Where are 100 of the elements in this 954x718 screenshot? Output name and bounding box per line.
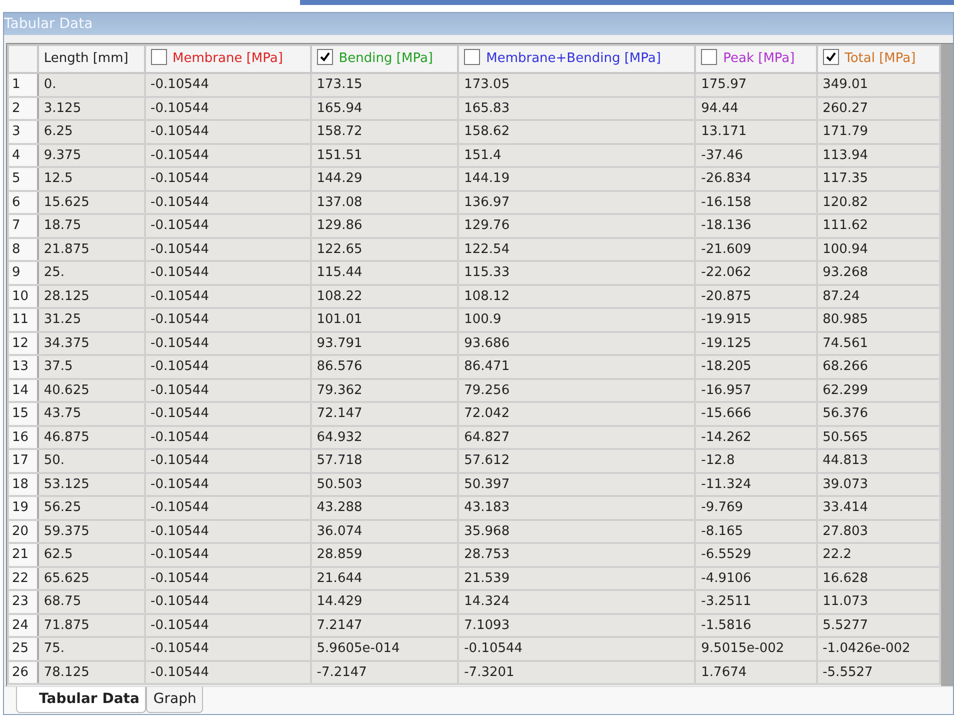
table-cell: 43.75 <box>38 402 145 426</box>
table-cell: 46.875 <box>38 426 145 449</box>
table-cell: 71.875 <box>38 614 145 637</box>
table-cell: 87.24 <box>816 284 940 308</box>
table-cell: 136.97 <box>458 190 696 214</box>
table-cell: -18.136 <box>695 214 817 238</box>
table-cell: 13.171 <box>695 120 817 144</box>
column-header: Bending [MPa] <box>338 51 433 66</box>
table-cell: -37.46 <box>695 144 817 167</box>
table-cell: 93.686 <box>458 332 696 355</box>
checkbox[interactable] <box>701 49 718 66</box>
table-cell: -0.10544 <box>144 590 311 614</box>
table-cell: 78.125 <box>38 660 145 684</box>
table-cell: -0.10544 <box>144 660 311 684</box>
table-cell: -0.10544 <box>144 378 311 402</box>
tab[interactable]: Tabular Data <box>16 687 146 713</box>
table-cell: 28.125 <box>38 284 145 308</box>
table-cell: -7.3201 <box>458 660 696 684</box>
table-cell: 64.827 <box>458 426 696 449</box>
table-cell: -1.5816 <box>695 614 817 637</box>
table-cell: 68.266 <box>816 355 940 378</box>
table-cell: 31.25 <box>38 308 145 332</box>
table-cell: 14.324 <box>458 590 696 614</box>
checkbox[interactable] <box>464 49 480 66</box>
table-cell: 28.859 <box>310 543 458 566</box>
table-cell: -0.10544 <box>144 284 311 308</box>
table-cell: -0.10544 <box>144 167 311 190</box>
table-cell: -0.10544 <box>144 496 311 520</box>
table-cell: 171.79 <box>816 120 940 144</box>
table-cell: 108.12 <box>458 284 696 308</box>
table-cell: 151.51 <box>310 144 458 167</box>
row-number: 2 <box>8 96 38 120</box>
table-cell: 101.01 <box>310 308 458 332</box>
row-number: 3 <box>8 120 38 144</box>
table-cell: -26.834 <box>695 167 817 190</box>
row-number: 13 <box>8 355 38 378</box>
table-cell: 28.753 <box>458 543 696 566</box>
table-cell: 68.75 <box>38 590 145 614</box>
table-cell: -0.10544 <box>144 426 311 449</box>
table-cell: 100.94 <box>816 238 940 261</box>
row-number: 6 <box>8 190 38 214</box>
table-cell: -12.8 <box>695 449 817 472</box>
table-cell: 50.397 <box>458 472 696 496</box>
table-cell: 173.15 <box>310 73 458 96</box>
column-header: Membrane+Bending [MPa] <box>486 51 661 66</box>
table-cell: -16.158 <box>695 190 817 214</box>
table-cell: 122.54 <box>458 238 696 261</box>
table-cell: -3.2511 <box>695 590 817 614</box>
table-cell: 50.503 <box>310 472 458 496</box>
table-cell: 94.44 <box>695 96 817 120</box>
table-cell: 165.94 <box>310 96 458 120</box>
table-cell: 35.968 <box>458 520 696 543</box>
row-number: 1 <box>8 73 38 96</box>
table-cell: 34.375 <box>38 332 145 355</box>
table-cell: 62.5 <box>38 543 145 566</box>
row-number: 25 <box>8 637 38 660</box>
table-cell: 108.22 <box>310 284 458 308</box>
table-cell: 86.471 <box>458 355 696 378</box>
table-cell: 37.5 <box>38 355 145 378</box>
table-cell: 117.35 <box>816 167 940 190</box>
table-cell: 56.25 <box>38 496 145 520</box>
table-cell: 72.042 <box>458 402 696 426</box>
table-cell: -0.10544 <box>144 144 311 167</box>
table-cell: 120.82 <box>816 190 940 214</box>
checkbox[interactable] <box>316 49 333 66</box>
table-cell: -6.5529 <box>695 543 817 566</box>
row-number: 21 <box>8 543 38 566</box>
table-cell: 21.539 <box>458 566 696 590</box>
table-cell: 43.288 <box>310 496 458 520</box>
table-cell: 11.073 <box>816 590 940 614</box>
table-cell: -18.205 <box>695 355 817 378</box>
table-cell: 14.429 <box>310 590 458 614</box>
table-cell: 115.44 <box>310 261 458 284</box>
row-number: 16 <box>8 426 38 449</box>
table-cell: 57.718 <box>310 449 458 472</box>
checkbox[interactable] <box>822 49 839 66</box>
table-cell: 158.72 <box>310 120 458 144</box>
row-number: 18 <box>8 472 38 496</box>
column-header: Peak [MPa] <box>723 51 795 66</box>
table-cell: -0.10544 <box>144 332 311 355</box>
table-cell: -0.10544 <box>144 96 311 120</box>
table-cell: 7.2147 <box>310 614 458 637</box>
table-cell: 21.875 <box>38 238 145 261</box>
table-cell: -15.666 <box>695 402 817 426</box>
table-cell: 0. <box>38 73 145 96</box>
table-cell: 64.932 <box>310 426 458 449</box>
scrollbar[interactable] <box>941 44 953 686</box>
table-cell: 65.625 <box>38 566 145 590</box>
column-header: Total [MPa] <box>844 51 916 66</box>
table-cell: 100.9 <box>458 308 696 332</box>
row-number: 24 <box>8 614 38 637</box>
table-cell: 44.813 <box>816 449 940 472</box>
table-cell: -9.769 <box>695 496 817 520</box>
table-cell: 144.19 <box>458 167 696 190</box>
table-cell: -8.165 <box>695 520 817 543</box>
table-cell: -0.10544 <box>144 449 311 472</box>
row-number: 5 <box>8 167 38 190</box>
table-cell: 75. <box>38 637 145 660</box>
checkbox[interactable] <box>150 49 167 66</box>
tab[interactable]: Graph <box>146 687 204 713</box>
